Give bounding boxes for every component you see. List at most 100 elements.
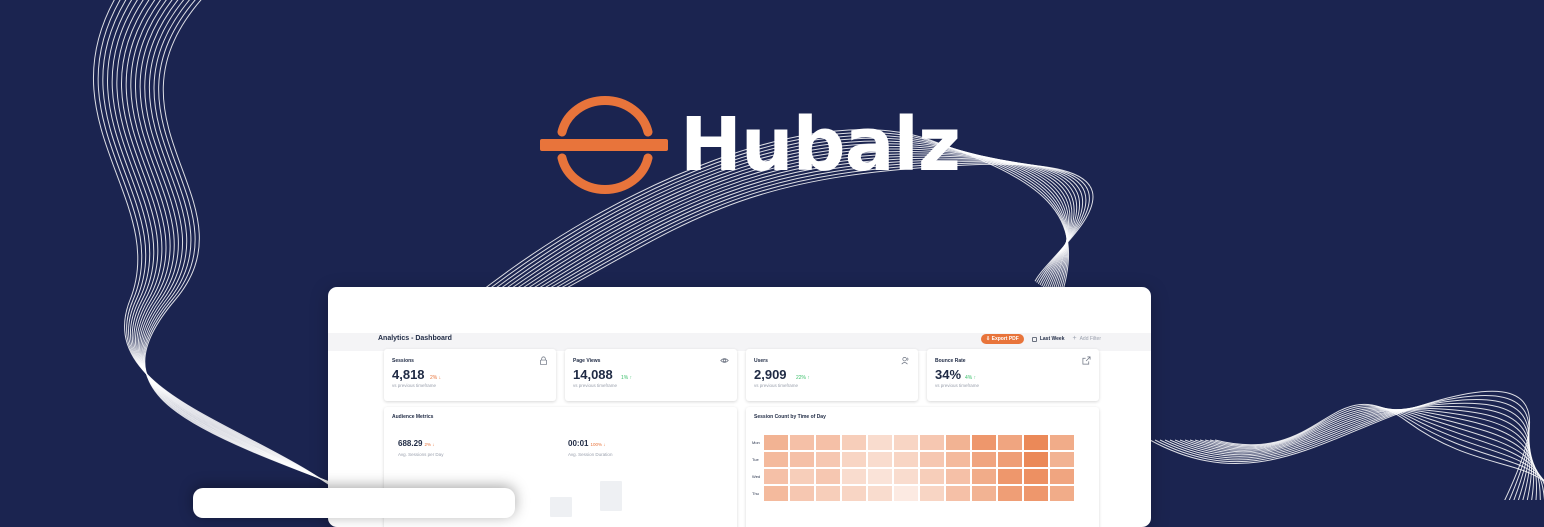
heatmap-cell[interactable]: [790, 435, 814, 450]
panel-title: Audience Metrics: [392, 414, 434, 420]
kpi-label: Users: [754, 358, 768, 364]
kpi-value: 4,818: [392, 367, 425, 382]
kpi-change: 2% ↓: [430, 375, 442, 381]
heatmap-cell[interactable]: [920, 435, 944, 450]
heatmap-cell[interactable]: [790, 452, 814, 467]
heatmap-cell[interactable]: [998, 469, 1022, 484]
add-filter-button[interactable]: + Add Filter: [1073, 335, 1102, 343]
session-heatmap-panel: Session Count by Time of Day Mon Tue Wed Th…: [746, 407, 1099, 527]
chart-bar-placeholder: [600, 481, 622, 511]
heatmap-row-label: Wed: [752, 474, 761, 479]
kpi-change: 1% ↑: [621, 375, 633, 381]
heatmap-cell[interactable]: [946, 469, 970, 484]
metric-change: 100% ↓: [590, 442, 606, 447]
heatmap-cell[interactable]: [842, 435, 866, 450]
kpi-label: Bounce Rate: [935, 358, 966, 364]
heatmap-cell[interactable]: [1024, 435, 1048, 450]
calendar-icon: [1031, 336, 1037, 342]
heatmap-cell[interactable]: [972, 486, 996, 501]
heatmap-cell[interactable]: [998, 435, 1022, 450]
heatmap-cell[interactable]: [842, 469, 866, 484]
heatmap-cell[interactable]: [1050, 435, 1074, 450]
panel-title: Session Count by Time of Day: [754, 414, 826, 420]
date-range-selector[interactable]: Last Week: [1031, 335, 1065, 343]
kpi-subtitle: vs previous timeframe: [392, 383, 437, 388]
heatmap-cell[interactable]: [868, 435, 892, 450]
heatmap-row-label: Mon: [752, 440, 760, 445]
kpi-value: 34%: [935, 367, 962, 382]
heatmap-cell[interactable]: [764, 486, 788, 501]
heatmap-cell[interactable]: [946, 486, 970, 501]
user-icon: [901, 356, 909, 365]
heatmap-cell[interactable]: [894, 486, 918, 501]
kpi-card-sessions[interactable]: Sessions 4,818 2% ↓ vs previous timefram…: [384, 349, 556, 401]
heatmap-cell[interactable]: [790, 486, 814, 501]
heatmap-cell[interactable]: [868, 452, 892, 467]
heatmap-cell[interactable]: [946, 452, 970, 467]
heatmap-row-label: Tue: [752, 457, 759, 462]
heatmap-cell[interactable]: [1050, 486, 1074, 501]
chart-bar-placeholder: [550, 497, 572, 517]
heatmap-cell[interactable]: [790, 469, 814, 484]
heatmap-cell[interactable]: [1050, 469, 1074, 484]
eye-icon: [720, 358, 729, 363]
heatmap-cell[interactable]: [894, 452, 918, 467]
heatmap-cell[interactable]: [1024, 452, 1048, 467]
heatmap-cell[interactable]: [946, 435, 970, 450]
heatmap-cell[interactable]: [894, 469, 918, 484]
kpi-subtitle: vs previous timeframe: [935, 383, 980, 388]
kpi-card-bounce-rate[interactable]: Bounce Rate 34% 4% ↑ vs previous timefra…: [927, 349, 1099, 401]
kpi-change: 22% ↑: [796, 375, 810, 381]
plus-icon: +: [1072, 335, 1077, 342]
external-link-icon: [1082, 356, 1091, 365]
export-pdf-button[interactable]: ⇩ Export PDF: [981, 334, 1024, 344]
heatmap-cell[interactable]: [816, 452, 840, 467]
date-range-label: Last Week: [1039, 336, 1065, 342]
heatmap-cell[interactable]: [920, 486, 944, 501]
kpi-value: 14,088: [573, 367, 613, 382]
heatmap-cell[interactable]: [972, 452, 996, 467]
heatmap-cell[interactable]: [1050, 452, 1074, 467]
lock-icon: [539, 356, 548, 365]
heatmap-cell[interactable]: [998, 486, 1022, 501]
heatmap-cell[interactable]: [764, 452, 788, 467]
kpi-subtitle: vs previous timeframe: [573, 383, 618, 388]
heatmap-cell[interactable]: [1024, 469, 1048, 484]
metric-change: 2% ↓: [424, 442, 435, 447]
heatmap-cell[interactable]: [816, 469, 840, 484]
heatmap-cell[interactable]: [764, 469, 788, 484]
kpi-label: Page Views: [573, 358, 601, 364]
heatmap-cell[interactable]: [920, 469, 944, 484]
brand-name: Hubalz: [680, 102, 961, 188]
avg-sessions-metric: 688.29 2% ↓ Avg. Sessions per Day: [398, 433, 443, 457]
metric-value: 688.29: [398, 439, 423, 448]
heatmap-cell[interactable]: [998, 452, 1022, 467]
kpi-subtitle: vs previous timeframe: [754, 383, 799, 388]
metric-subtitle: Avg. Session Duration: [568, 452, 613, 457]
heatmap-cell[interactable]: [816, 486, 840, 501]
dashboard-toolbar: ⇩ Export PDF Last Week + Add Filter: [981, 334, 1101, 344]
heatmap-cell[interactable]: [1024, 486, 1048, 501]
heatmap-cell[interactable]: [972, 435, 996, 450]
heatmap-cell[interactable]: [894, 435, 918, 450]
heatmap-cell[interactable]: [868, 486, 892, 501]
brand-header: Hubalz: [540, 92, 961, 202]
export-pdf-label: Export PDF: [991, 336, 1019, 342]
kpi-value: 2,909: [754, 367, 787, 382]
heatmap-cell[interactable]: [842, 452, 866, 467]
heatmap-cell[interactable]: [868, 469, 892, 484]
heatmap-cell[interactable]: [920, 452, 944, 467]
kpi-card-users[interactable]: Users 2,909 22% ↑ vs previous timeframe: [746, 349, 918, 401]
heatmap-row-label: Thu: [752, 491, 759, 496]
floating-overlay-card: [193, 488, 515, 518]
heatmap-cell[interactable]: [972, 469, 996, 484]
heatmap-cell[interactable]: [764, 435, 788, 450]
kpi-card-page-views[interactable]: Page Views 14,088 1% ↑ vs previous timef…: [565, 349, 737, 401]
avg-duration-metric: 00:01 100% ↓ Avg. Session Duration: [568, 433, 612, 457]
hubalz-logo-icon: [540, 95, 668, 195]
dashboard-title: Analytics - Dashboard: [378, 335, 452, 342]
kpi-label: Sessions: [392, 358, 414, 364]
kpi-change: 4% ↑: [965, 375, 977, 381]
heatmap-cell[interactable]: [842, 486, 866, 501]
heatmap-cell[interactable]: [816, 435, 840, 450]
